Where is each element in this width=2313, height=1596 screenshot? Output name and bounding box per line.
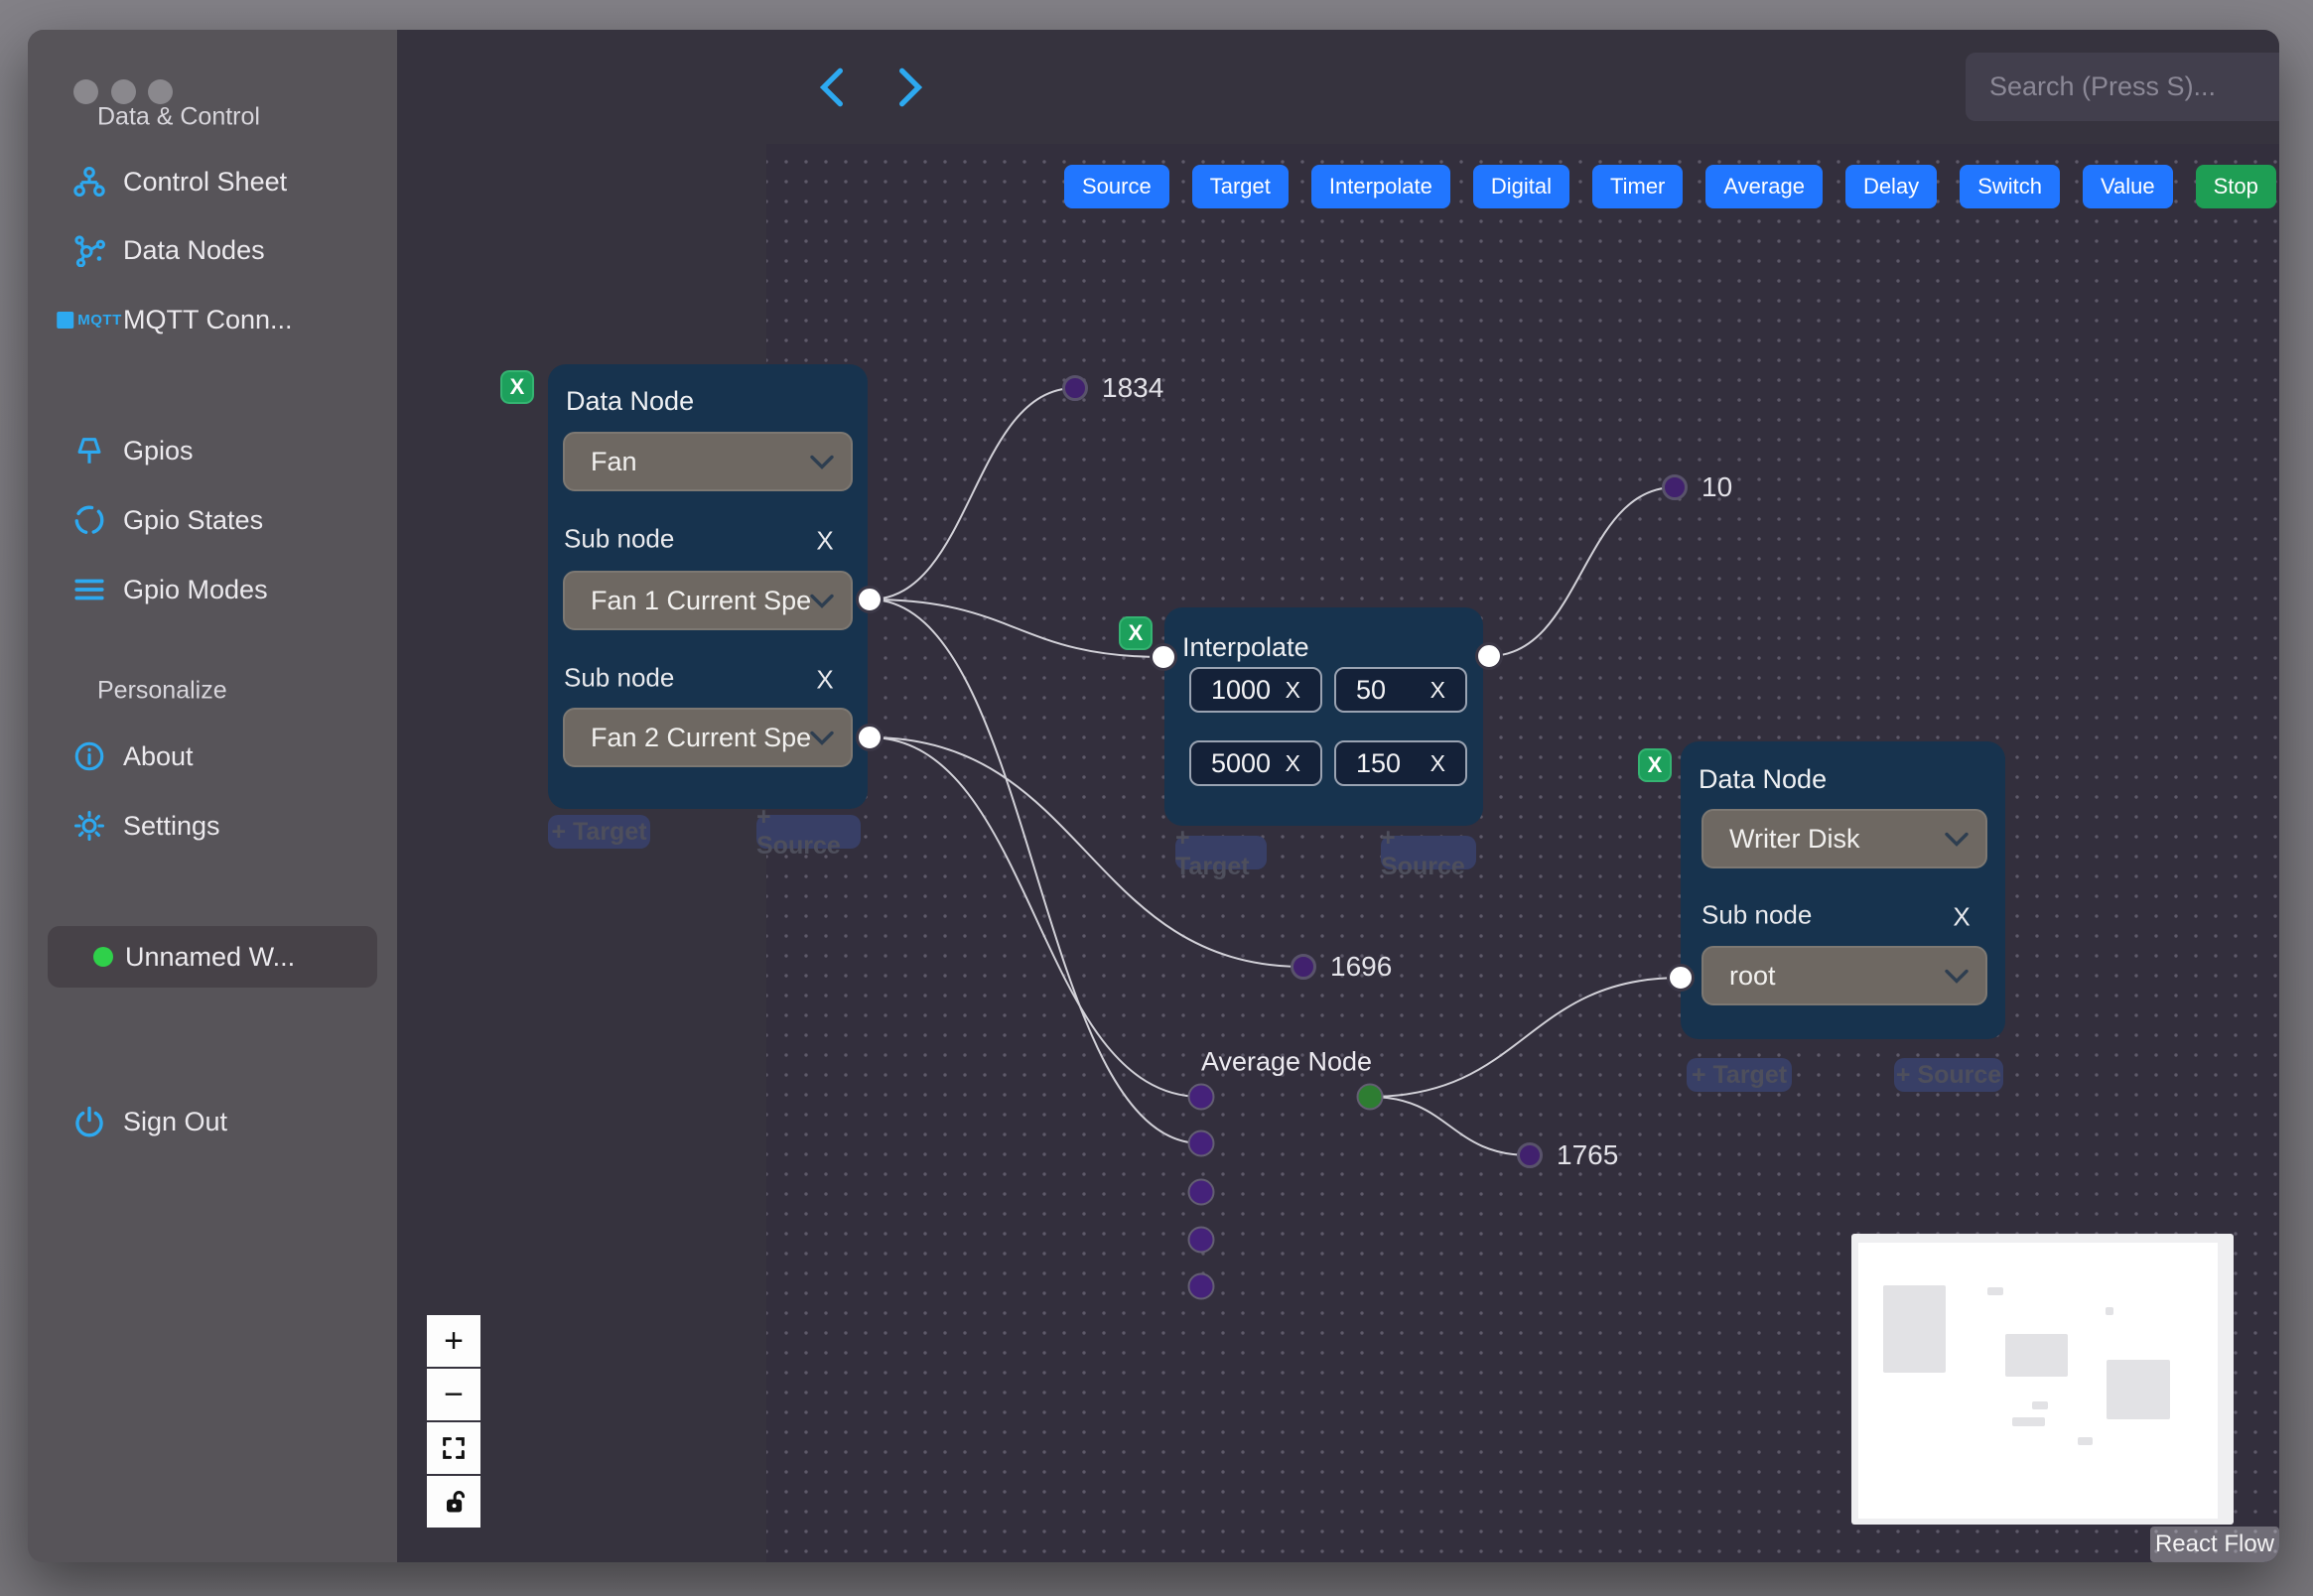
minimap-node-rect — [1987, 1287, 2003, 1295]
average-node-title: Average Node — [1200, 1046, 1373, 1077]
value-node: 1765 — [1517, 1139, 1618, 1171]
clear-value-button[interactable]: X — [1286, 677, 1300, 704]
delete-node-button[interactable]: X — [500, 370, 534, 404]
value-node: 1696 — [1291, 951, 1392, 983]
lock-toggle-button[interactable] — [427, 1476, 480, 1528]
react-flow-attribution: React Flow — [2150, 1527, 2279, 1562]
flow-edge — [869, 387, 1076, 600]
flow-edge — [869, 598, 1202, 1144]
value-node-text: 1696 — [1330, 951, 1393, 982]
remove-sub-node-button[interactable]: X — [816, 665, 833, 696]
clear-value-button[interactable]: X — [1430, 750, 1445, 777]
remove-sub-node-button[interactable]: X — [816, 526, 833, 557]
node-title: Data Node — [566, 386, 695, 416]
add-target-chip[interactable]: + Target — [1175, 824, 1267, 880]
fan-sub2-select[interactable]: Fan 2 Current Spe — [563, 708, 853, 767]
minimap-node-rect — [2032, 1401, 2048, 1409]
connection-handle[interactable] — [1475, 642, 1503, 670]
minimap-node-rect — [2012, 1417, 2045, 1426]
interpolate-input[interactable]: 50 X — [1334, 667, 1467, 713]
zoom-in-button[interactable]: + — [427, 1315, 480, 1367]
chevron-down-icon — [1944, 961, 1970, 992]
average-input-handle[interactable] — [1187, 1178, 1215, 1206]
node-title: Interpolate — [1182, 632, 1309, 662]
average-input-handle[interactable] — [1187, 1272, 1215, 1300]
value-node-text: 10 — [1701, 471, 1733, 502]
flow-edge — [1369, 977, 1682, 1098]
canvas-layer: Source Target Interpolate Digital Timer Avera… — [28, 30, 2279, 1562]
palette-button-interpolate[interactable]: Interpolate — [1310, 165, 1450, 208]
fit-view-button[interactable] — [427, 1422, 480, 1474]
palette-button-target[interactable]: Target — [1191, 165, 1289, 208]
average-input-handle[interactable] — [1187, 1226, 1215, 1254]
palette-button-value[interactable]: Value — [2082, 165, 2173, 208]
writer-sub-select[interactable]: root — [1701, 946, 1987, 1005]
value-node-dot[interactable] — [1062, 375, 1088, 401]
chevron-down-icon — [809, 447, 835, 477]
add-source-chip[interactable]: + Source — [756, 803, 861, 860]
add-source-chip[interactable]: + Source — [1381, 824, 1476, 880]
delete-node-button[interactable]: X — [1119, 616, 1153, 650]
zoom-out-button[interactable]: − — [427, 1369, 480, 1420]
delete-node-button[interactable]: X — [1638, 748, 1672, 782]
palette-button-timer[interactable]: Timer — [1591, 165, 1684, 208]
palette-button-source[interactable]: Source — [1064, 165, 1169, 208]
value-node-text: 1765 — [1557, 1139, 1619, 1170]
value-node: 1834 — [1062, 372, 1163, 404]
interpolate-input[interactable]: 1000 X — [1189, 667, 1322, 713]
flow-edge — [869, 736, 1202, 1098]
palette-button-delay[interactable]: Delay — [1844, 165, 1938, 208]
interpolate-node[interactable]: Interpolate 1000 X 50 X 5000 X 150 X — [1164, 607, 1483, 826]
palette-button-switch[interactable]: Switch — [1960, 165, 2060, 208]
node-title: Data Node — [1699, 764, 1828, 794]
chevron-down-icon — [1944, 824, 1970, 855]
minimap-node-rect — [1883, 1285, 1946, 1373]
minimap[interactable] — [1851, 1234, 2234, 1525]
flow-controls: + − — [427, 1315, 480, 1528]
average-output-handle[interactable] — [1356, 1083, 1384, 1111]
palette-button-stop[interactable]: Stop — [2195, 165, 2276, 208]
data-node-writer-disk[interactable]: Data Node Writer Disk Sub node X root — [1681, 741, 2005, 1039]
minimap-node-rect — [2078, 1437, 2093, 1445]
minimap-node-rect — [2005, 1334, 2068, 1377]
add-target-chip[interactable]: + Target — [548, 815, 650, 849]
chevron-down-icon — [809, 723, 835, 753]
fan-sub1-select[interactable]: Fan 1 Current Spe — [563, 571, 853, 630]
minimap-node-rect — [2107, 1360, 2170, 1419]
value-node-dot[interactable] — [1662, 474, 1688, 500]
value-node: 10 — [1662, 471, 1732, 503]
remove-sub-node-button[interactable]: X — [1953, 902, 1970, 933]
sub-node-label: Sub node — [564, 523, 675, 554]
connection-handle[interactable] — [1150, 643, 1177, 671]
average-input-handle[interactable] — [1187, 1130, 1215, 1157]
fan-type-select[interactable]: Fan — [563, 432, 853, 491]
minimap-node-rect — [2106, 1307, 2113, 1315]
add-source-chip[interactable]: + Source — [1894, 1058, 2003, 1092]
value-node-dot[interactable] — [1517, 1142, 1543, 1168]
interpolate-input[interactable]: 5000 X — [1189, 740, 1322, 786]
chevron-down-icon — [809, 586, 835, 616]
flow-edge — [1369, 1096, 1531, 1156]
clear-value-button[interactable]: X — [1286, 750, 1300, 777]
palette-button-digital[interactable]: Digital — [1472, 165, 1569, 208]
sub-node-label: Sub node — [1701, 899, 1813, 930]
connection-handle[interactable] — [1667, 964, 1695, 992]
app-window: Data & Control Control Sheet Data Nodes — [28, 30, 2279, 1562]
value-node-text: 1834 — [1102, 372, 1164, 403]
sub-node-label: Sub node — [564, 662, 675, 693]
node-palette: Source Target Interpolate Digital Timer Avera… — [1064, 165, 2276, 208]
clear-value-button[interactable]: X — [1430, 677, 1445, 704]
palette-button-average[interactable]: Average — [1705, 165, 1823, 208]
value-node-dot[interactable] — [1291, 954, 1316, 980]
flow-edge — [1488, 486, 1676, 657]
connection-handle[interactable] — [856, 586, 884, 613]
connection-handle[interactable] — [856, 724, 884, 751]
average-input-handle[interactable] — [1187, 1083, 1215, 1111]
add-target-chip[interactable]: + Target — [1687, 1058, 1792, 1092]
writer-type-select[interactable]: Writer Disk — [1701, 809, 1987, 868]
data-node-fan[interactable]: Data Node Fan Sub node X Fan 1 Current S… — [548, 364, 868, 809]
interpolate-input[interactable]: 150 X — [1334, 740, 1467, 786]
